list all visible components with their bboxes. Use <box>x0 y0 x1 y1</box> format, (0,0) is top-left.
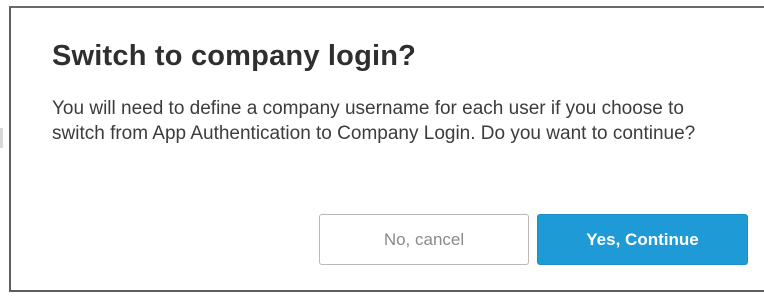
continue-button[interactable]: Yes, Continue <box>537 214 748 265</box>
dialog-message: You will need to define a company userna… <box>52 98 696 144</box>
cancel-button[interactable]: No, cancel <box>319 214 529 265</box>
background-edge <box>0 128 3 148</box>
screen: Switch to company login? You will need t… <box>0 0 764 297</box>
dialog-title: Switch to company login? <box>52 40 417 72</box>
confirm-dialog: Switch to company login? You will need t… <box>9 6 764 292</box>
